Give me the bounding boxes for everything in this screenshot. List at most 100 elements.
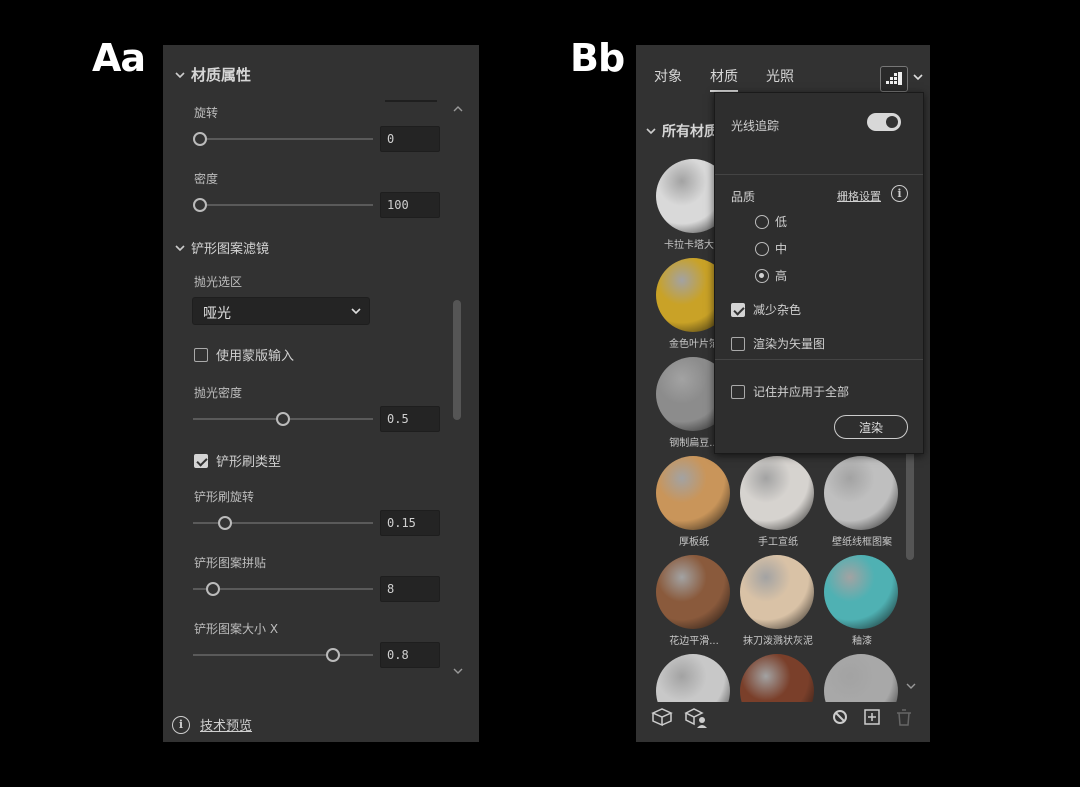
divider [715,174,923,175]
no-material-icon[interactable] [830,707,850,727]
radio-button[interactable] [755,214,769,229]
panel-a-scrollbar[interactable] [453,105,463,675]
grid-settings-link[interactable]: 栅格设置 [837,188,881,204]
material-tile[interactable]: 壁纸线框图案 [822,454,902,548]
shovel-filter-header[interactable]: 铲形图案滤镜 [175,238,269,257]
chevron-down-icon [646,128,656,135]
polish-density-label: 抛光密度 [194,386,243,400]
material-sphere [656,654,730,702]
polish-density-input[interactable]: 0.5 [380,406,440,432]
material-sphere [656,555,730,629]
cube-icon[interactable] [650,707,674,727]
panel-b-scrollbar[interactable] [906,445,916,690]
slider-track [193,204,373,206]
pattern-tiling-slider[interactable] [193,582,373,596]
pattern-size-x-input[interactable]: 0.8 [380,642,440,668]
slider-thumb[interactable] [206,582,221,596]
slider-thumb[interactable] [325,648,340,662]
all-materials-header[interactable]: 所有材质 [646,121,718,141]
scroll-thumb[interactable] [453,300,461,420]
material-label: 抹刀泼溅状灰泥 [743,636,813,647]
material-label: 釉漆 [852,636,872,647]
brush-type-checkbox[interactable] [194,453,208,468]
brush-rotation-input[interactable]: 0.15 [380,510,440,536]
density-label: 密度 [194,172,219,186]
material-label: 厚板纸 [679,537,709,548]
rotation-label: 旋转 [194,106,219,120]
slider-thumb[interactable] [193,198,207,212]
remember-apply-checkbox[interactable] [731,384,745,399]
chevron-down-icon[interactable] [913,73,923,81]
remember-apply-row[interactable]: 记住并应用于全部 [731,383,849,400]
pattern-size-x-slider[interactable] [193,648,373,662]
material-tile[interactable]: 釉漆 [822,553,902,647]
polish-area-dropdown[interactable]: 哑光 [192,297,370,325]
tech-preview-label: 技术预览 [200,719,253,734]
rotation-input[interactable]: 0 [380,126,440,152]
quality-option-medium[interactable]: 中 [755,240,787,257]
chevron-up-icon [453,106,463,112]
rotation-slider[interactable] [193,132,373,146]
material-tile[interactable]: 手工宣纸 [738,454,818,548]
tech-preview-footer[interactable]: i 技术预览 [172,715,252,734]
quality-option-high[interactable]: 高 [755,267,787,284]
chevron-down-icon [906,683,916,689]
material-sphere [740,456,814,530]
tab-lighting[interactable]: 光照 [766,66,794,92]
use-mask-input-row[interactable]: 使用蒙版输入 [194,345,294,364]
tab-material[interactable]: 材质 [710,66,738,92]
info-icon[interactable]: i [891,185,908,202]
quality-option-low[interactable]: 低 [755,213,787,230]
material-tile[interactable] [654,652,734,702]
radio-button[interactable] [755,241,769,256]
brush-type-row[interactable]: 铲形刷类型 [194,451,281,470]
material-tile[interactable]: 厚板纸 [654,454,734,548]
material-tile[interactable]: 抹刀泼溅状灰泥 [738,553,818,647]
remember-apply-label: 记住并应用于全部 [753,385,850,399]
material-properties-header[interactable]: 材质属性 [175,64,251,85]
material-tile[interactable]: 花边平滑... [654,553,734,647]
reduce-noise-checkbox[interactable] [731,302,745,317]
density-input[interactable]: 100 [380,192,440,218]
scroll-thumb[interactable] [906,445,914,560]
polish-density-slider[interactable] [193,412,373,426]
slider-thumb[interactable] [193,132,207,146]
dropdown-value: 哑光 [203,306,231,322]
render-button[interactable]: 渲染 [834,415,908,439]
reduce-noise-row[interactable]: 减少杂色 [731,301,801,318]
pattern-tiling-input[interactable]: 8 [380,576,440,602]
tab-object[interactable]: 对象 [654,66,682,92]
brush-rotation-label: 铲形刷旋转 [194,490,255,504]
add-material-icon[interactable] [862,707,882,727]
radio-button[interactable] [755,268,769,283]
brush-rotation-slider[interactable] [193,516,373,530]
slider-track [193,138,373,140]
material-tile[interactable] [822,652,902,702]
ray-tracing-toggle[interactable] [867,113,901,131]
material-sphere [740,654,814,702]
quality-low-label: 低 [775,215,788,229]
cube-person-icon[interactable] [684,707,708,729]
panel-tabs: 对象 材质 光照 [654,66,794,92]
material-sphere [824,654,898,702]
reduce-noise-label: 减少杂色 [753,303,802,317]
render-vector-checkbox[interactable] [731,336,745,351]
use-mask-checkbox[interactable] [194,347,208,362]
materials-toolbar [650,707,916,729]
slider-thumb[interactable] [217,516,232,530]
toggle-knob [886,116,898,128]
material-properties-panel: 材质属性 旋转 0 密度 100 铲形图案滤镜 抛光选区 哑光 使用蒙版输入 抛… [163,45,479,742]
field-edge [385,100,437,102]
label-aa: Aa [92,36,146,80]
slider-thumb[interactable] [276,412,290,426]
material-tile[interactable] [738,652,818,702]
quality-label: 品质 [731,190,756,204]
polish-area-label: 抛光选区 [194,275,243,289]
material-sphere [824,456,898,530]
render-settings-button[interactable] [880,66,908,92]
render-vector-row[interactable]: 渲染为矢量图 [731,335,825,352]
material-label: 花边平滑... [669,636,719,647]
density-slider[interactable] [193,198,373,212]
slider-track [193,654,373,656]
trash-icon[interactable] [894,707,914,727]
